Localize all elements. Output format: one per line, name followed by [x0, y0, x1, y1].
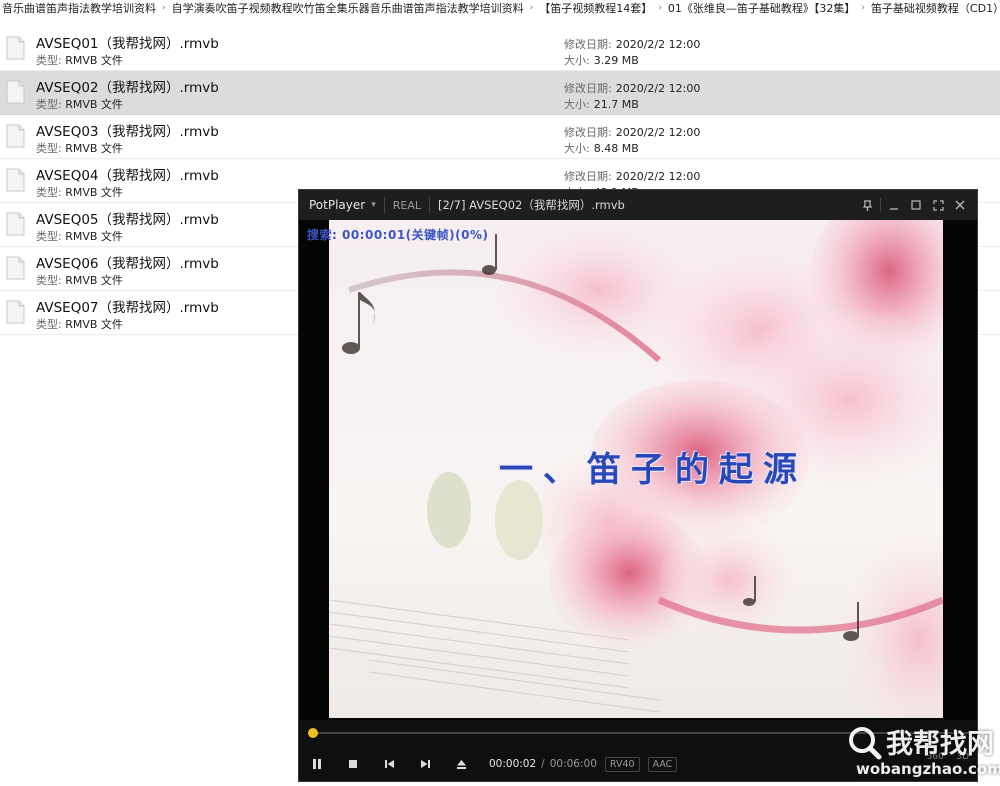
chevron-down-icon[interactable]: ▾: [371, 200, 376, 210]
pause-icon: [313, 759, 321, 769]
pause-button[interactable]: [299, 748, 335, 780]
file-name: AVSEQ01（我帮找网）.rmvb: [36, 36, 219, 52]
video-title: [2/7] AVSEQ02（我帮找网）.rmvb: [437, 198, 625, 212]
eject-button[interactable]: [443, 748, 479, 780]
watermark-logo-icon: [849, 727, 882, 760]
file-icon: [6, 212, 25, 236]
file-icon: [6, 36, 25, 60]
breadcrumb-chevron-icon: ›: [162, 3, 166, 13]
minimize-icon[interactable]: [883, 194, 905, 216]
file-date: 修改日期: 2020/2/2 12:00: [564, 82, 701, 95]
audio-codec-badge[interactable]: AAC: [647, 756, 678, 772]
breadcrumb-item[interactable]: 音乐曲谱笛声指法教学培训资料: [0, 0, 158, 16]
video-frame: 一、笛子的起源: [329, 220, 943, 718]
video-codec-badge[interactable]: RV40: [604, 756, 640, 772]
pin-icon[interactable]: [856, 194, 878, 216]
titlebar-divider: [880, 198, 881, 212]
titlebar-divider: [383, 197, 385, 213]
seek-handle[interactable]: [307, 728, 318, 738]
skip-next-icon: [420, 760, 430, 768]
file-name: AVSEQ02（我帮找网）.rmvb: [36, 80, 219, 96]
file-type: 类型: RMVB 文件: [36, 230, 123, 243]
titlebar-divider: [428, 197, 430, 213]
video-player-window[interactable]: PotPlayer ▾ REAL [2/7] AVSEQ02（我帮找网）.rmv…: [298, 189, 978, 782]
file-type: 类型: RMVB 文件: [36, 98, 123, 111]
window-controls: [856, 190, 971, 220]
eject-icon: [456, 759, 466, 769]
file-row-selected[interactable]: AVSEQ02（我帮找网）.rmvb 类型: RMVB 文件 修改日期: 2020…: [0, 71, 1000, 115]
breadcrumb-item[interactable]: 01《张维良—笛子基础教程》【32集】: [666, 0, 858, 16]
file-date: 修改日期: 2020/2/2 12:00: [564, 38, 701, 51]
watermark-cn: 我帮找网: [886, 729, 994, 760]
file-icon: [6, 168, 25, 192]
file-name: AVSEQ03（我帮找网）.rmvb: [36, 124, 219, 140]
fullscreen-icon[interactable]: [927, 194, 949, 216]
close-icon[interactable]: [949, 194, 971, 216]
app-menu-button[interactable]: PotPlayer: [299, 198, 365, 212]
breadcrumb-item[interactable]: 自学演奏吹笛子视频教程吹竹笛全集乐器音乐曲谱笛声指法教学培训资料: [170, 0, 526, 16]
breadcrumb-chevron-icon: ›: [529, 3, 534, 13]
seek-osd: 搜索: 00:00:01(关键帧)(0%): [307, 228, 489, 242]
total-time: 00:06:00: [549, 758, 597, 770]
file-type: 类型: RMVB 文件: [36, 142, 123, 155]
stop-button[interactable]: [335, 748, 371, 780]
file-row[interactable]: AVSEQ03（我帮找网）.rmvb 类型: RMVB 文件 修改日期: 2020…: [0, 115, 1000, 159]
breadcrumb-item[interactable]: 【笛子视频教程14套】: [537, 0, 654, 16]
stop-icon: [349, 760, 357, 768]
file-name: AVSEQ06（我帮找网）.rmvb: [36, 256, 219, 272]
watermark-en: wobangzhao.com: [856, 760, 1000, 778]
video-area[interactable]: 一、笛子的起源 搜索: 00:00:01(关键帧)(0%): [299, 220, 977, 720]
file-type: 类型: RMVB 文件: [36, 274, 123, 287]
file-icon: [6, 80, 25, 104]
breadcrumb-item-current[interactable]: 笛子基础视频教程（CD1）: [869, 0, 1000, 16]
skip-previous-icon: [384, 760, 394, 768]
file-type: 类型: RMVB 文件: [36, 318, 123, 331]
maximize-icon[interactable]: [905, 194, 927, 216]
site-watermark: 我帮找网 wobangzhao.com: [846, 722, 1000, 782]
format-tag: REAL: [392, 198, 421, 212]
file-icon: [6, 300, 25, 324]
file-size: 大小: 8.48 MB: [564, 142, 639, 155]
time-separator: /: [541, 758, 545, 770]
next-button[interactable]: [407, 748, 443, 780]
file-name: AVSEQ04（我帮找网）.rmvb: [36, 168, 219, 184]
file-row[interactable]: AVSEQ01（我帮找网）.rmvb 类型: RMVB 文件 修改日期: 2020…: [0, 27, 1000, 71]
file-date: 修改日期: 2020/2/2 12:00: [564, 170, 701, 183]
previous-button[interactable]: [371, 748, 407, 780]
file-date: 修改日期: 2020/2/2 12:00: [564, 126, 701, 139]
video-subtitle: 一、笛子的起源: [499, 450, 807, 490]
file-size: 大小: 21.7 MB: [564, 98, 639, 111]
player-titlebar[interactable]: PotPlayer ▾ REAL [2/7] AVSEQ02（我帮找网）.rmv…: [299, 190, 977, 220]
file-type: 类型: RMVB 文件: [36, 186, 123, 199]
file-size: 大小: 3.29 MB: [564, 54, 639, 67]
breadcrumb-chevron-icon: ›: [658, 3, 662, 13]
file-icon: [6, 124, 25, 148]
breadcrumb: 音乐曲谱笛声指法教学培训资料 › 自学演奏吹笛子视频教程吹竹笛全集乐器音乐曲谱笛…: [0, 0, 1000, 16]
file-type: 类型: RMVB 文件: [36, 54, 123, 67]
breadcrumb-chevron-icon: ›: [861, 3, 865, 13]
file-icon: [6, 256, 25, 280]
file-name: AVSEQ07（我帮找网）.rmvb: [36, 300, 219, 316]
file-name: AVSEQ05（我帮找网）.rmvb: [36, 212, 219, 228]
current-time: 00:00:02: [489, 758, 537, 770]
